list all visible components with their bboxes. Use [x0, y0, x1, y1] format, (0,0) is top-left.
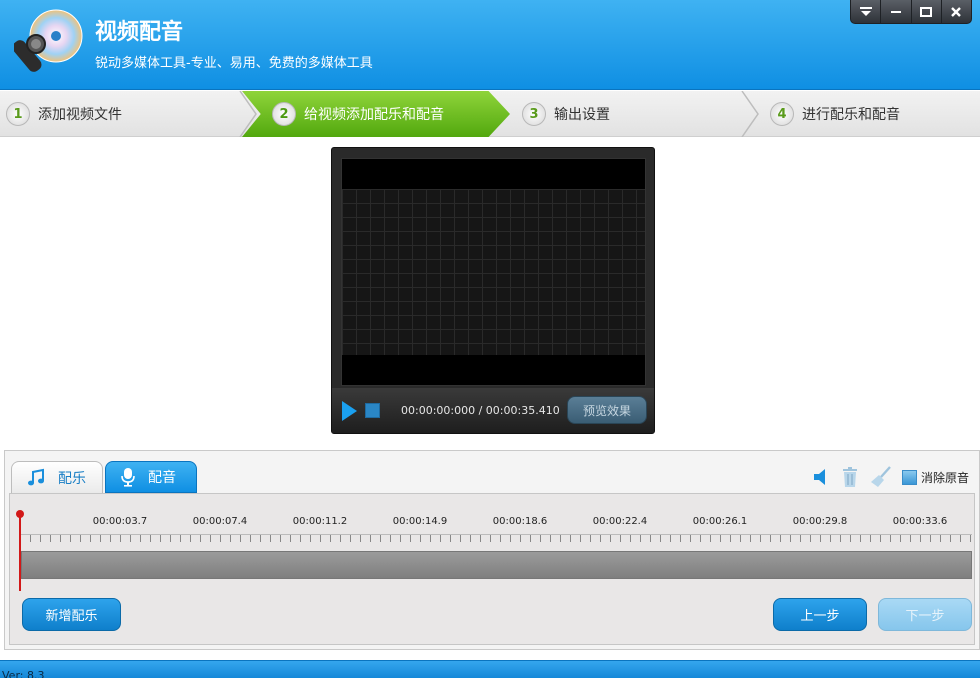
step-label: 给视频添加配乐和配音 — [304, 107, 444, 123]
mute-original-checkbox[interactable] — [901, 469, 917, 485]
timeline-ruler[interactable]: 00:00:03.7 00:00:07.4 00:00:11.2 00:00:1… — [20, 514, 972, 542]
mute-original-label: 消除原音 — [920, 470, 969, 485]
step-2: 2 给视频添加配乐和配音 — [242, 91, 510, 137]
version-label: Ver: 8.3 — [2, 669, 45, 678]
ruler-ticks — [20, 534, 972, 542]
close-icon — [951, 6, 962, 17]
music-note-icon — [26, 468, 46, 488]
tick-label: 00:00:03.7 — [92, 516, 148, 527]
audio-panel: 配乐 配音 消除原音 00:00:03.7 00:00:07.4 00:00:1… — [4, 450, 980, 650]
microphone-icon — [120, 467, 136, 487]
prev-step-button[interactable]: 上一步 — [773, 598, 867, 631]
video-frame — [342, 189, 645, 355]
tick-label: 00:00:22.4 — [592, 516, 648, 527]
tick-label: 00:00:18.6 — [492, 516, 548, 527]
timecode: 00:00:00:000 / 00:00:35.410 — [401, 404, 560, 417]
step-label: 输出设置 — [554, 107, 610, 123]
tab-voice-label: 配音 — [148, 470, 176, 486]
mute-original-toggle[interactable]: 消除原音 — [901, 469, 969, 486]
app-subtitle: 锐动多媒体工具-专业、易用、免费的多媒体工具 — [95, 56, 373, 71]
tick-label: 00:00:11.2 — [292, 516, 348, 527]
video-player: 00:00:00:000 / 00:00:35.410 预览效果 — [331, 147, 655, 434]
tick-label: 00:00:07.4 — [192, 516, 248, 527]
tick-label: 00:00:29.8 — [792, 516, 848, 527]
menu-dropdown-button[interactable] — [851, 0, 882, 23]
app-title: 视频配音 — [95, 20, 184, 45]
minimize-button[interactable] — [881, 0, 912, 23]
next-step-button[interactable]: 下一步 — [878, 598, 972, 631]
status-bar: Ver: 8.3 — [0, 660, 980, 678]
add-music-button[interactable]: 新增配乐 — [22, 598, 121, 631]
stop-icon[interactable] — [365, 403, 380, 418]
step-number: 1 — [6, 102, 30, 126]
step-4: 4 进行配乐和配音 — [770, 91, 970, 137]
step-label: 进行配乐和配音 — [802, 107, 900, 123]
tick-label: 00:00:33.6 — [892, 516, 948, 527]
play-icon[interactable] — [342, 401, 357, 421]
video-screen[interactable] — [341, 158, 646, 386]
step-3: 3 输出设置 — [522, 91, 738, 137]
maximize-button[interactable] — [912, 0, 942, 23]
preview-button[interactable]: 预览效果 — [567, 396, 647, 424]
timeline-area: 00:00:03.7 00:00:07.4 00:00:11.2 00:00:1… — [9, 493, 975, 645]
maximize-icon — [920, 6, 933, 17]
tick-label: 00:00:26.1 — [692, 516, 748, 527]
volume-icon[interactable] — [812, 467, 830, 487]
step-number: 3 — [522, 102, 546, 126]
music-track[interactable] — [21, 551, 972, 579]
step-number: 2 — [272, 102, 296, 126]
tab-music[interactable]: 配乐 — [11, 461, 103, 493]
tab-voice[interactable]: 配音 — [105, 461, 197, 493]
step-number: 4 — [770, 102, 794, 126]
step-separator — [741, 91, 759, 137]
app-logo-icon — [14, 9, 83, 72]
track-toolbar: 消除原音 — [802, 465, 969, 489]
step-1: 1 添加视频文件 — [6, 91, 242, 137]
window-controls — [850, 0, 972, 24]
dropdown-icon — [859, 6, 872, 16]
broom-icon[interactable] — [870, 466, 892, 488]
minimize-icon — [890, 10, 901, 13]
steps-bar: 1 添加视频文件 2 给视频添加配乐和配音 3 输出设置 4 进行配乐和配音 — [0, 91, 980, 137]
player-controls: 00:00:00:000 / 00:00:35.410 预览效果 — [332, 388, 654, 433]
tick-label: 00:00:14.9 — [392, 516, 448, 527]
app-header: 视频配音 锐动多媒体工具-专业、易用、免费的多媒体工具 — [0, 0, 980, 90]
trash-icon[interactable] — [840, 466, 860, 488]
step-label: 添加视频文件 — [38, 107, 122, 123]
tab-music-label: 配乐 — [58, 470, 86, 487]
close-button[interactable] — [942, 0, 971, 23]
